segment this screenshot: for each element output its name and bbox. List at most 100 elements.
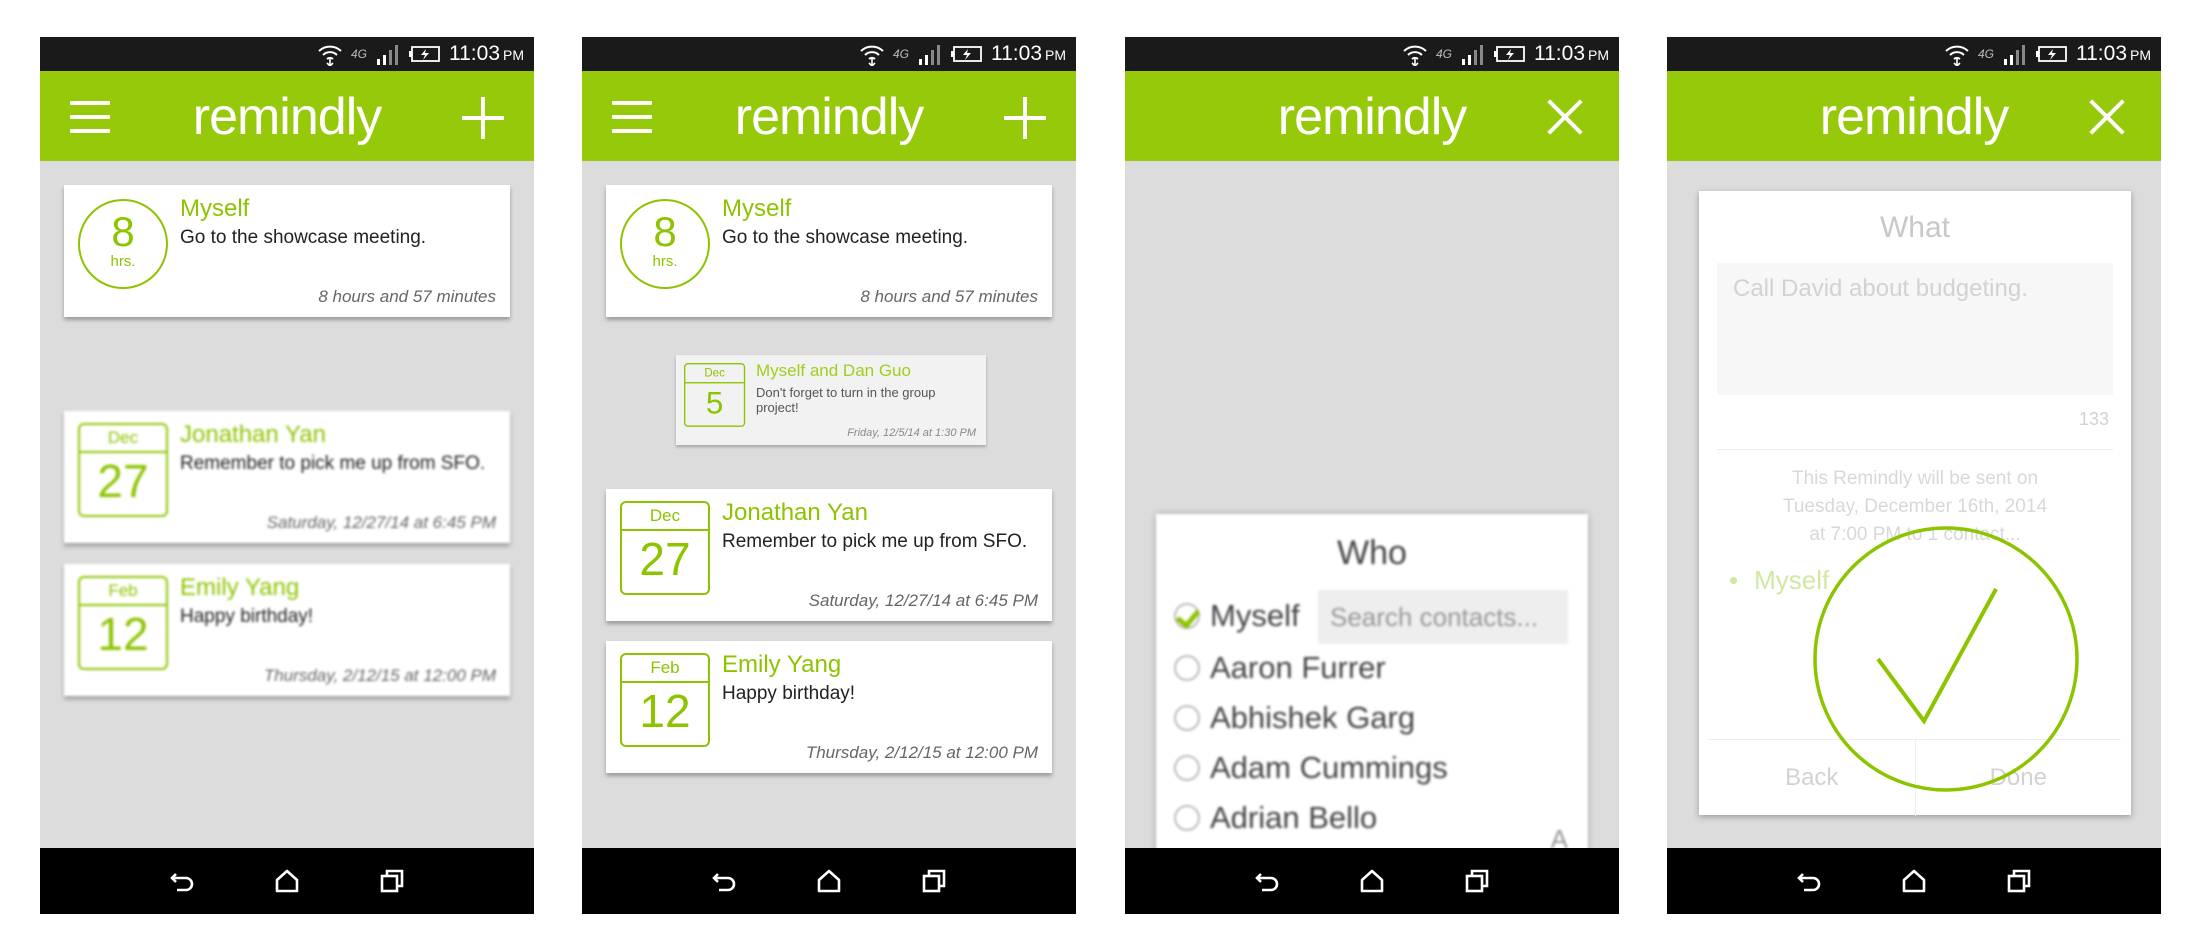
reminder-recipient: Jonathan Yan	[180, 421, 326, 448]
battery-icon	[951, 45, 983, 63]
contact-item[interactable]: Adam Cummings	[1174, 748, 1448, 788]
reminder-recipient: Emily Yang	[722, 651, 842, 678]
system-nav-bar	[582, 848, 1076, 914]
clock: 11:03 PM	[991, 42, 1066, 65]
character-count: 133	[2078, 409, 2109, 429]
checkbox-checked-icon[interactable]	[1174, 603, 1200, 629]
reminder-card[interactable]: 8 hrs. Myself Go to the showcase meeting…	[606, 185, 1052, 317]
add-reminder-icon[interactable]	[1004, 97, 1046, 139]
signal-icon	[1460, 43, 1486, 65]
system-nav-bar	[1125, 848, 1619, 914]
contact-name: Adam Cummings	[1210, 750, 1448, 785]
signal-icon	[917, 43, 943, 65]
reminder-message: Go to the showcase meeting.	[722, 227, 969, 248]
reminder-time: 8 hours and 57 minutes	[860, 287, 1038, 306]
message-textarea[interactable]: Call David about budgeting.	[1717, 263, 2113, 395]
calendar-icon: Dec 5	[684, 363, 746, 427]
wifi-icon	[859, 42, 885, 66]
network-type: 4G	[1977, 47, 1994, 61]
reminder-card[interactable]: Feb 12 Emily Yang Happy birthday! Thursda…	[606, 641, 1052, 773]
back-icon[interactable]	[709, 866, 739, 896]
reminder-recipient: Myself	[722, 195, 792, 222]
wifi-icon	[317, 42, 343, 66]
checkbox-icon[interactable]	[1174, 805, 1200, 831]
home-icon[interactable]	[1357, 866, 1387, 896]
status-bar: 4G 11:03 PM	[1667, 37, 2161, 71]
network-type: 4G	[1435, 47, 1452, 61]
status-bar: 4G 11:03 PM	[40, 37, 534, 71]
app-bar: remindly	[1667, 71, 2161, 161]
reminder-recipient: Emily Yang	[180, 574, 300, 601]
reminder-recipient: Myself	[180, 195, 250, 222]
clock: 11:03 PM	[2076, 42, 2151, 65]
app-bar: remindly	[40, 71, 534, 161]
screen-reminder-list: 4G 11:03 PM remindly 8 hrs. Myself Go to …	[40, 37, 534, 914]
calendar-icon: Dec 27	[620, 501, 710, 595]
reminder-card[interactable]: Dec 27 Jonathan Yan Remember to pick me u…	[64, 411, 510, 543]
wifi-icon	[1944, 42, 1970, 66]
reminder-card[interactable]: Dec 27 Jonathan Yan Remember to pick me u…	[606, 489, 1052, 621]
reminder-message: Go to the showcase meeting.	[180, 227, 427, 248]
contact-name: Abhishek Garg	[1210, 700, 1416, 735]
checkbox-icon[interactable]	[1174, 705, 1200, 731]
signal-icon	[375, 43, 401, 65]
screen-reminder-list-inserting: 4G 11:03 PM remindly 8 hrs. Myself Go to …	[582, 37, 1076, 914]
back-icon[interactable]	[167, 866, 197, 896]
who-heading: Who	[1337, 534, 1407, 572]
contact-name: Aaron Furrer	[1210, 650, 1386, 685]
message-text: Call David about budgeting.	[1733, 275, 2028, 302]
checkbox-icon[interactable]	[1174, 655, 1200, 681]
contact-item[interactable]: Aaron Furrer	[1174, 648, 1386, 688]
recent-apps-icon[interactable]	[2004, 866, 2034, 896]
contact-item[interactable]: Myself	[1174, 596, 1300, 636]
signal-icon	[2002, 43, 2028, 65]
app-title: remindly	[192, 88, 383, 146]
calendar-icon: Dec 27	[78, 423, 168, 517]
what-heading: What	[1879, 211, 1951, 244]
close-icon[interactable]	[2087, 97, 2129, 137]
new-reminder-card[interactable]: Dec 5 Myself and Dan Guo Don't forget to …	[676, 355, 986, 445]
status-bar: 4G 11:03 PM	[1125, 37, 1619, 71]
back-icon[interactable]	[1794, 866, 1824, 896]
home-icon[interactable]	[814, 866, 844, 896]
app-bar: remindly	[1125, 71, 1619, 161]
reminder-card[interactable]: Feb 12 Emily Yang Happy birthday! Thursda…	[64, 564, 510, 696]
hours-badge: 8 hrs.	[620, 199, 710, 289]
calendar-icon: Feb 12	[78, 576, 168, 670]
network-type: 4G	[350, 47, 367, 61]
system-nav-bar	[1667, 848, 2161, 914]
reminder-time: Saturday, 12/27/14 at 6:45 PM	[266, 513, 496, 532]
status-bar: 4G 11:03 PM	[582, 37, 1076, 71]
checkbox-icon[interactable]	[1174, 755, 1200, 781]
network-type: 4G	[892, 47, 909, 61]
clock: 11:03 PM	[449, 42, 524, 65]
reminder-message: Happy birthday!	[180, 606, 314, 627]
recent-apps-icon[interactable]	[1462, 866, 1492, 896]
recent-apps-icon[interactable]	[377, 866, 407, 896]
battery-icon	[409, 45, 441, 63]
reminder-message: Don't forget to turn in the group projec…	[756, 385, 936, 415]
battery-icon	[2036, 45, 2068, 63]
home-icon[interactable]	[1899, 866, 1929, 896]
reminder-time: Friday, 12/5/14 at 1:30 PM	[847, 427, 976, 439]
search-contacts-input[interactable]: Search contacts...	[1318, 590, 1568, 644]
close-icon[interactable]	[1545, 97, 1587, 137]
compose-dialog: What Call David about budgeting. 133 Thi…	[1699, 191, 2131, 816]
calendar-icon: Feb 12	[620, 653, 710, 747]
app-title: remindly	[734, 88, 925, 146]
recent-apps-icon[interactable]	[919, 866, 949, 896]
home-icon[interactable]	[272, 866, 302, 896]
reminder-time: Thursday, 2/12/15 at 12:00 PM	[263, 666, 496, 685]
contact-item[interactable]: Adrian Bello	[1174, 798, 1377, 838]
contact-item[interactable]: Abhishek Garg	[1174, 698, 1415, 738]
contact-name: Adrian Bello	[1210, 800, 1378, 835]
clock: 11:03 PM	[1534, 42, 1609, 65]
system-nav-bar	[40, 848, 534, 914]
reminder-recipient: Jonathan Yan	[722, 499, 868, 526]
add-reminder-icon[interactable]	[462, 97, 504, 139]
wifi-icon	[1402, 42, 1428, 66]
reminder-time: Thursday, 2/12/15 at 12:00 PM	[805, 743, 1038, 762]
screen-choose-recipients: 4G 11:03 PM remindly Who Search contacts.…	[1125, 37, 1619, 914]
back-icon[interactable]	[1252, 866, 1282, 896]
reminder-card[interactable]: 8 hrs. Myself Go to the showcase meeting…	[64, 185, 510, 317]
